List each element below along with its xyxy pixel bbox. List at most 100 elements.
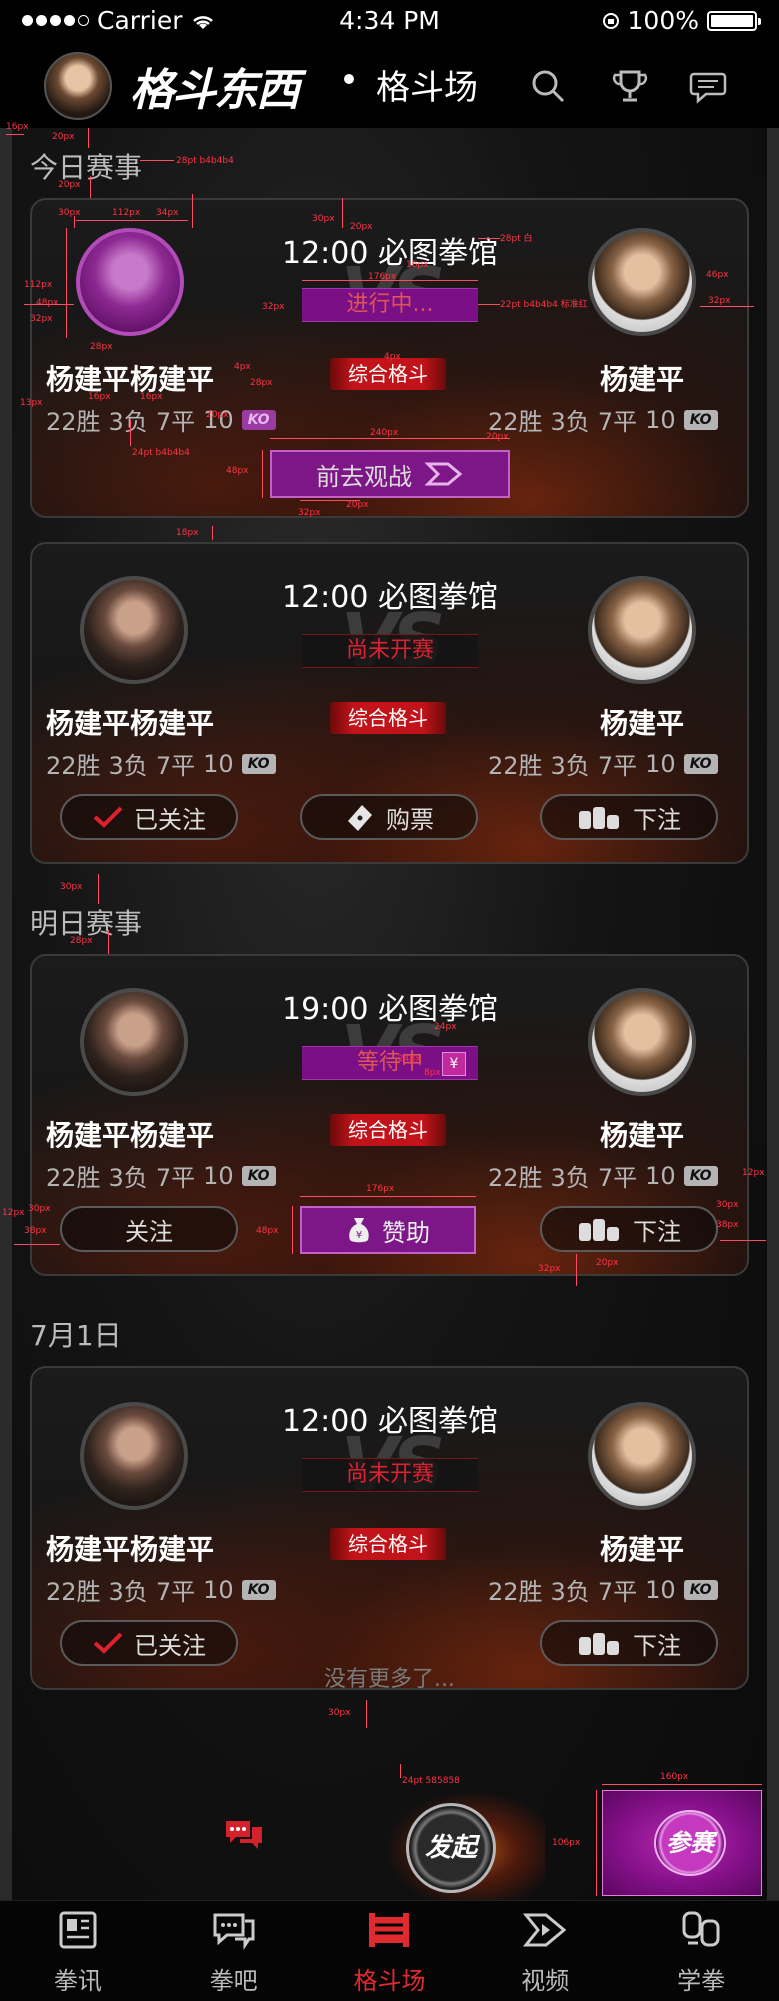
match-status-badge: 尚未开赛 — [302, 1458, 478, 1492]
rotation-lock-icon — [602, 12, 619, 29]
annotation-line — [90, 176, 91, 198]
ko-badge: KO — [241, 753, 276, 774]
wins: 22胜 — [488, 752, 543, 780]
annotation: 20px — [486, 432, 509, 442]
followed-button[interactable]: 已关注 — [60, 794, 238, 840]
ko-badge: KO — [241, 1165, 276, 1186]
followed-button[interactable]: 已关注 — [60, 1620, 238, 1666]
wins: 22胜 — [488, 1578, 543, 1606]
annotation: 112px — [112, 208, 141, 218]
annotation: 28px — [70, 936, 93, 946]
coins-icon — [579, 1633, 619, 1655]
ko-count: 10 — [645, 1161, 676, 1190]
annotation: 18px — [176, 528, 199, 538]
bet-button[interactable]: 下注 — [540, 794, 718, 840]
annotation-line — [98, 874, 99, 904]
ko-count: 10 — [645, 1575, 676, 1604]
annotation-line — [300, 1196, 476, 1197]
sponsor-label: 赞助 — [382, 1218, 430, 1247]
bet-button[interactable]: 下注 — [540, 1206, 718, 1252]
check-icon — [93, 1632, 123, 1654]
coins-icon — [579, 807, 619, 829]
check-icon — [93, 806, 123, 828]
annotation: 32px — [708, 296, 731, 306]
annotation: 28pt b4b4b4 — [176, 156, 234, 166]
tab-label: 拳讯 — [53, 1966, 102, 1995]
match-status-badge: 尚未开赛 — [302, 634, 478, 668]
annotation: 32px — [30, 314, 53, 324]
fighter-right-avatar[interactable] — [588, 988, 696, 1096]
bet-label: 下注 — [633, 1631, 681, 1660]
tab-label: 视频 — [521, 1966, 570, 1995]
draws: 7平 — [597, 1578, 638, 1606]
follow-button[interactable]: 关注 — [60, 1206, 238, 1252]
fighter-left-name: 杨建平杨建平 — [46, 707, 215, 740]
follow-label: 已关注 — [134, 1631, 206, 1660]
chat-icon — [213, 1913, 255, 1950]
newspaper-icon — [59, 1911, 97, 1948]
user-avatar[interactable] — [44, 52, 112, 120]
tab-news[interactable]: 拳讯 — [0, 1901, 156, 2001]
follow-label: 已关注 — [134, 805, 206, 834]
annotation: 30px — [60, 882, 83, 892]
watch-live-button[interactable]: 前去观战 — [270, 450, 510, 498]
nav-bar: 格斗东西 格斗场 — [0, 42, 779, 128]
annotation: 24pt 585858 — [402, 1776, 460, 1786]
fighter-left-avatar[interactable] — [80, 576, 188, 684]
tab-arena[interactable]: 格斗场 — [312, 1901, 468, 2001]
annotation-line — [88, 128, 89, 148]
fighter-right-avatar[interactable] — [588, 228, 696, 336]
annotation-line — [108, 930, 109, 954]
annotation-line — [292, 1206, 293, 1254]
tab-forum[interactable]: 拳吧 — [156, 1901, 312, 2001]
annotation: 30px — [58, 208, 81, 218]
wins: 22胜 — [46, 752, 101, 780]
draws: 7平 — [597, 752, 638, 780]
annotation: 4px — [384, 352, 401, 362]
ko-count: 10 — [645, 405, 676, 434]
launch-button[interactable]: 发起 — [406, 1803, 496, 1893]
tab-bar: 拳讯 拳吧 格斗场 视频 学拳 — [0, 1900, 779, 2001]
annotation: 240px — [370, 428, 399, 438]
fighter-right-avatar[interactable] — [588, 1402, 696, 1510]
annotation-line — [720, 1240, 766, 1241]
annotation-line — [76, 220, 188, 221]
tab-learn[interactable]: 学拳 — [623, 1901, 779, 2001]
join-match-button[interactable]: 参赛 — [654, 1810, 726, 1876]
losses: 3负 — [108, 1164, 148, 1192]
annotation: 24pt b4b4b4 — [132, 448, 190, 458]
fighter-left-record: 22胜 3负 7平 10 KO — [46, 1572, 276, 1607]
search-icon[interactable] — [528, 66, 568, 106]
bet-button[interactable]: 下注 — [540, 1620, 718, 1666]
annotation-line — [6, 134, 24, 135]
yen-icon: ¥ — [442, 1052, 466, 1076]
ticket-label: 购票 — [386, 805, 434, 834]
fighter-right-avatar[interactable] — [588, 576, 696, 684]
trophy-icon[interactable] — [610, 66, 650, 106]
buy-ticket-button[interactable]: 购票 — [300, 794, 478, 840]
sponsor-button[interactable]: ¥ 赞助 — [300, 1206, 476, 1254]
annotation: 32px — [298, 508, 321, 518]
page-title: 格斗场 — [376, 68, 478, 108]
annotation-line — [302, 280, 478, 281]
annotation-line — [130, 420, 131, 446]
losses: 3负 — [550, 752, 590, 780]
follow-label: 关注 — [125, 1217, 173, 1246]
message-icon[interactable] — [688, 66, 728, 106]
annotation: 30px — [28, 1204, 51, 1214]
annotation: 32px — [538, 1264, 561, 1274]
annotation-line — [212, 526, 213, 540]
annotation-line — [576, 1254, 577, 1286]
chat-bubbles-icon[interactable] — [222, 1817, 266, 1853]
bet-label: 下注 — [633, 805, 681, 834]
fighter-left-avatar[interactable] — [80, 1402, 188, 1510]
fighter-left-avatar[interactable] — [80, 988, 188, 1096]
annotation-line — [14, 1244, 60, 1245]
tab-video[interactable]: 视频 — [467, 1901, 623, 2001]
annotation: 12px — [742, 1168, 765, 1178]
fighter-left-avatar[interactable] — [76, 228, 184, 336]
wins: 22胜 — [46, 408, 101, 436]
losses: 3负 — [550, 408, 590, 436]
no-more-text: 没有更多了... — [324, 1667, 455, 1692]
losses: 3负 — [108, 408, 148, 436]
